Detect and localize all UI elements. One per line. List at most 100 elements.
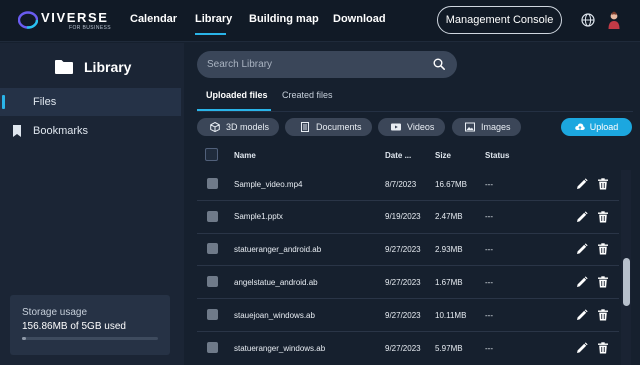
row-size: 10.11MB (435, 311, 467, 320)
filter-label: Documents (316, 122, 362, 132)
nav-download[interactable]: Download (333, 13, 386, 25)
sidebar-title: Library (84, 59, 132, 75)
storage-usage-panel: Storage usage 156.86MB of 5GB used (10, 295, 170, 355)
viverse-logo-icon (18, 11, 38, 29)
cloud-upload-icon (575, 123, 585, 130)
row-checkbox[interactable] (207, 309, 218, 320)
row-size: 5.97MB (435, 344, 463, 353)
storage-value: 156.86MB of 5GB used (22, 321, 126, 332)
sidebar-heading: Library (55, 57, 131, 77)
nav-calendar[interactable]: Calendar (130, 13, 177, 25)
tab-active-indicator (197, 109, 271, 111)
filter-images[interactable]: Images (452, 118, 521, 136)
avatar[interactable] (607, 11, 621, 29)
row-checkbox[interactable] (207, 342, 218, 353)
row-name: stauejoan_windows.ab (234, 311, 315, 320)
row-name: Sample_video.mp4 (234, 180, 303, 189)
delete-trash-icon[interactable] (597, 342, 609, 354)
nav-active-indicator (195, 33, 226, 35)
row-status: --- (485, 278, 493, 287)
column-header-name[interactable]: Name (234, 151, 256, 160)
sidebar: Library Files Bookmarks Storage usage 15… (0, 43, 184, 365)
row-divider (197, 298, 619, 299)
video-icon (391, 123, 401, 131)
filter-documents[interactable]: Documents (285, 118, 372, 136)
row-date: 9/27/2023 (385, 245, 421, 254)
document-icon (301, 122, 309, 132)
row-status: --- (485, 311, 493, 320)
cube-icon (210, 122, 220, 132)
row-divider (197, 331, 619, 332)
viverse-logo[interactable]: VIVERSE FOR BUSINESS (18, 8, 116, 34)
row-divider (197, 233, 619, 234)
delete-trash-icon[interactable] (597, 276, 609, 288)
edit-pencil-icon[interactable] (576, 211, 588, 223)
search-input[interactable]: Search Library (197, 51, 457, 78)
edit-pencil-icon[interactable] (576, 309, 588, 321)
storage-title: Storage usage (22, 307, 88, 318)
bookmark-icon (13, 125, 21, 137)
row-name: statueranger_android.ab (234, 245, 322, 254)
globe-icon[interactable] (581, 13, 595, 27)
row-size: 2.93MB (435, 245, 463, 254)
delete-trash-icon[interactable] (597, 211, 609, 223)
storage-progress-bar (22, 337, 158, 340)
delete-trash-icon[interactable] (597, 243, 609, 255)
column-header-status[interactable]: Status (485, 151, 509, 160)
filter-label: 3D models (226, 122, 270, 132)
row-divider (197, 265, 619, 266)
row-checkbox[interactable] (207, 276, 218, 287)
row-name: statueranger_windows.ab (234, 344, 326, 353)
nav-building-map[interactable]: Building map (249, 13, 319, 25)
search-placeholder: Search Library (207, 59, 273, 70)
edit-pencil-icon[interactable] (576, 178, 588, 190)
row-divider (197, 200, 619, 201)
row-date: 9/19/2023 (385, 212, 421, 221)
edit-pencil-icon[interactable] (576, 342, 588, 354)
sidebar-active-indicator (2, 95, 5, 109)
tab-uploaded-files[interactable]: Uploaded files (206, 90, 268, 100)
filter-3d-models[interactable]: 3D models (197, 118, 279, 136)
delete-trash-icon[interactable] (597, 309, 609, 321)
storage-progress-fill (22, 337, 27, 340)
nav-library[interactable]: Library (195, 13, 232, 25)
table-scrollbar-thumb[interactable] (623, 258, 630, 306)
edit-pencil-icon[interactable] (576, 276, 588, 288)
edit-pencil-icon[interactable] (576, 243, 588, 255)
delete-trash-icon[interactable] (597, 178, 609, 190)
row-date: 9/27/2023 (385, 344, 421, 353)
row-status: --- (485, 212, 493, 221)
column-header-date[interactable]: Date ... (385, 151, 411, 160)
column-header-size[interactable]: Size (435, 151, 451, 160)
sidebar-item-bookmarks[interactable]: Bookmarks (0, 117, 181, 145)
sidebar-item-label: Bookmarks (33, 125, 89, 137)
sidebar-item-files[interactable]: Files (0, 88, 181, 116)
filter-label: Images (481, 122, 511, 132)
row-date: 9/27/2023 (385, 278, 421, 287)
row-status: --- (485, 180, 493, 189)
tab-divider (197, 111, 633, 112)
filter-videos[interactable]: Videos (378, 118, 445, 136)
management-console-button[interactable]: Management Console (437, 6, 562, 34)
row-status: --- (485, 245, 493, 254)
brand-name: VIVERSE (41, 10, 109, 25)
search-icon[interactable] (433, 58, 445, 70)
sidebar-item-label: Files (33, 96, 57, 108)
row-name: Sample1.pptx (234, 212, 283, 221)
row-name: angelstatue_android.ab (234, 278, 318, 287)
row-checkbox[interactable] (207, 243, 218, 254)
upload-label: Upload (589, 122, 619, 132)
select-all-checkbox[interactable] (205, 148, 218, 161)
filter-label: Videos (407, 122, 435, 132)
row-checkbox[interactable] (207, 178, 218, 189)
row-date: 8/7/2023 (385, 180, 417, 189)
row-size: 1.67MB (435, 278, 463, 287)
top-navigation: VIVERSE FOR BUSINESS Calendar Library Bu… (0, 0, 640, 42)
upload-button[interactable]: Upload (561, 118, 632, 136)
row-date: 9/27/2023 (385, 311, 421, 320)
tab-created-files[interactable]: Created files (282, 90, 333, 100)
row-size: 2.47MB (435, 212, 463, 221)
folder-icon (55, 60, 73, 74)
brand-subtitle: FOR BUSINESS (69, 25, 112, 31)
row-checkbox[interactable] (207, 211, 218, 222)
